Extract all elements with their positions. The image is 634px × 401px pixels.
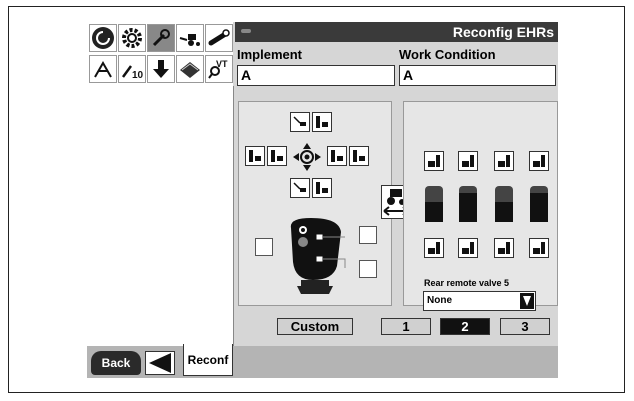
page-1-button[interactable]: 1 xyxy=(381,318,431,335)
ehr-screen: 10 VT Reconfig EHRs Implement A Work Con… xyxy=(87,22,558,378)
rotary-knob-icon[interactable] xyxy=(205,24,233,52)
valve-2-level-bar xyxy=(459,186,477,222)
page-3-button[interactable]: 3 xyxy=(500,318,550,335)
valve-4-level-bar xyxy=(530,186,548,222)
valve-3-down-icon[interactable] xyxy=(494,238,514,258)
valve-2-down-icon[interactable] xyxy=(458,238,478,258)
wrench-icon[interactable] xyxy=(147,24,175,52)
joystick-panel xyxy=(238,101,392,306)
remote-valve-value: None xyxy=(427,295,452,306)
chevron-down-icon[interactable] xyxy=(520,293,534,309)
valve-3-level-bar xyxy=(495,186,513,222)
valve-left-2-icon[interactable] xyxy=(267,146,287,166)
valve-2-up-icon[interactable] xyxy=(458,151,478,171)
left-panel xyxy=(87,86,204,346)
tractor-implement-icon[interactable] xyxy=(176,24,204,52)
valve-1-down-icon[interactable] xyxy=(424,238,444,258)
joystick-handle-icon xyxy=(283,216,347,296)
back-button[interactable]: Back xyxy=(91,351,141,375)
previous-icon[interactable] xyxy=(145,351,175,375)
tractor-hitch-down-icon[interactable] xyxy=(290,178,310,198)
valve-up-icon[interactable] xyxy=(312,178,332,198)
bottom-bar: Back Reconf xyxy=(87,344,558,378)
upper-right-assignment-box[interactable] xyxy=(359,226,377,244)
implement-field[interactable]: A xyxy=(237,65,395,86)
left-assignment-box[interactable] xyxy=(255,238,273,256)
valve-right-1-icon[interactable] xyxy=(327,146,347,166)
valve-down-icon[interactable] xyxy=(312,112,332,132)
valve-4-down-icon[interactable] xyxy=(529,238,549,258)
page-2-button[interactable]: 2 xyxy=(440,318,490,335)
gear-icon[interactable] xyxy=(118,24,146,52)
wrench-10-icon[interactable]: 10 xyxy=(118,55,146,83)
tractor-hitch-up-icon[interactable] xyxy=(290,112,310,132)
valve-4-up-icon[interactable] xyxy=(529,151,549,171)
valve-right-2-icon[interactable] xyxy=(349,146,369,166)
valve-left-1-icon[interactable] xyxy=(245,146,265,166)
toolbar-icon-grid: 10 VT xyxy=(87,22,233,86)
title-indicator xyxy=(241,29,251,33)
lower-right-assignment-box[interactable] xyxy=(359,260,377,278)
arrow-down-icon[interactable] xyxy=(147,55,175,83)
title-bar: Reconfig EHRs xyxy=(235,22,558,42)
joystick-direction-icon[interactable] xyxy=(292,142,322,172)
work-condition-field[interactable]: A xyxy=(399,65,556,86)
vt-search-icon[interactable]: VT xyxy=(205,55,233,83)
valve-1-up-icon[interactable] xyxy=(424,151,444,171)
side-strip xyxy=(203,86,234,346)
book-icon[interactable] xyxy=(176,55,204,83)
page-title: Reconfig EHRs xyxy=(452,24,554,40)
tab-reconf[interactable]: Reconf xyxy=(183,344,233,376)
custom-button[interactable]: Custom xyxy=(277,318,353,335)
work-condition-label: Work Condition xyxy=(399,47,496,62)
remote-valve-label: Rear remote valve 5 xyxy=(424,278,510,288)
hitch-icon[interactable] xyxy=(89,55,117,83)
remote-valve-select[interactable]: None xyxy=(423,291,536,311)
svg-text:10: 10 xyxy=(132,70,144,80)
implement-label: Implement xyxy=(237,47,303,62)
valves-panel: Rear remote valve 5 xyxy=(403,101,558,306)
valve-1-level-bar xyxy=(425,186,443,222)
valve-3-up-icon[interactable] xyxy=(494,151,514,171)
swirl-logo-icon[interactable] xyxy=(89,24,117,52)
